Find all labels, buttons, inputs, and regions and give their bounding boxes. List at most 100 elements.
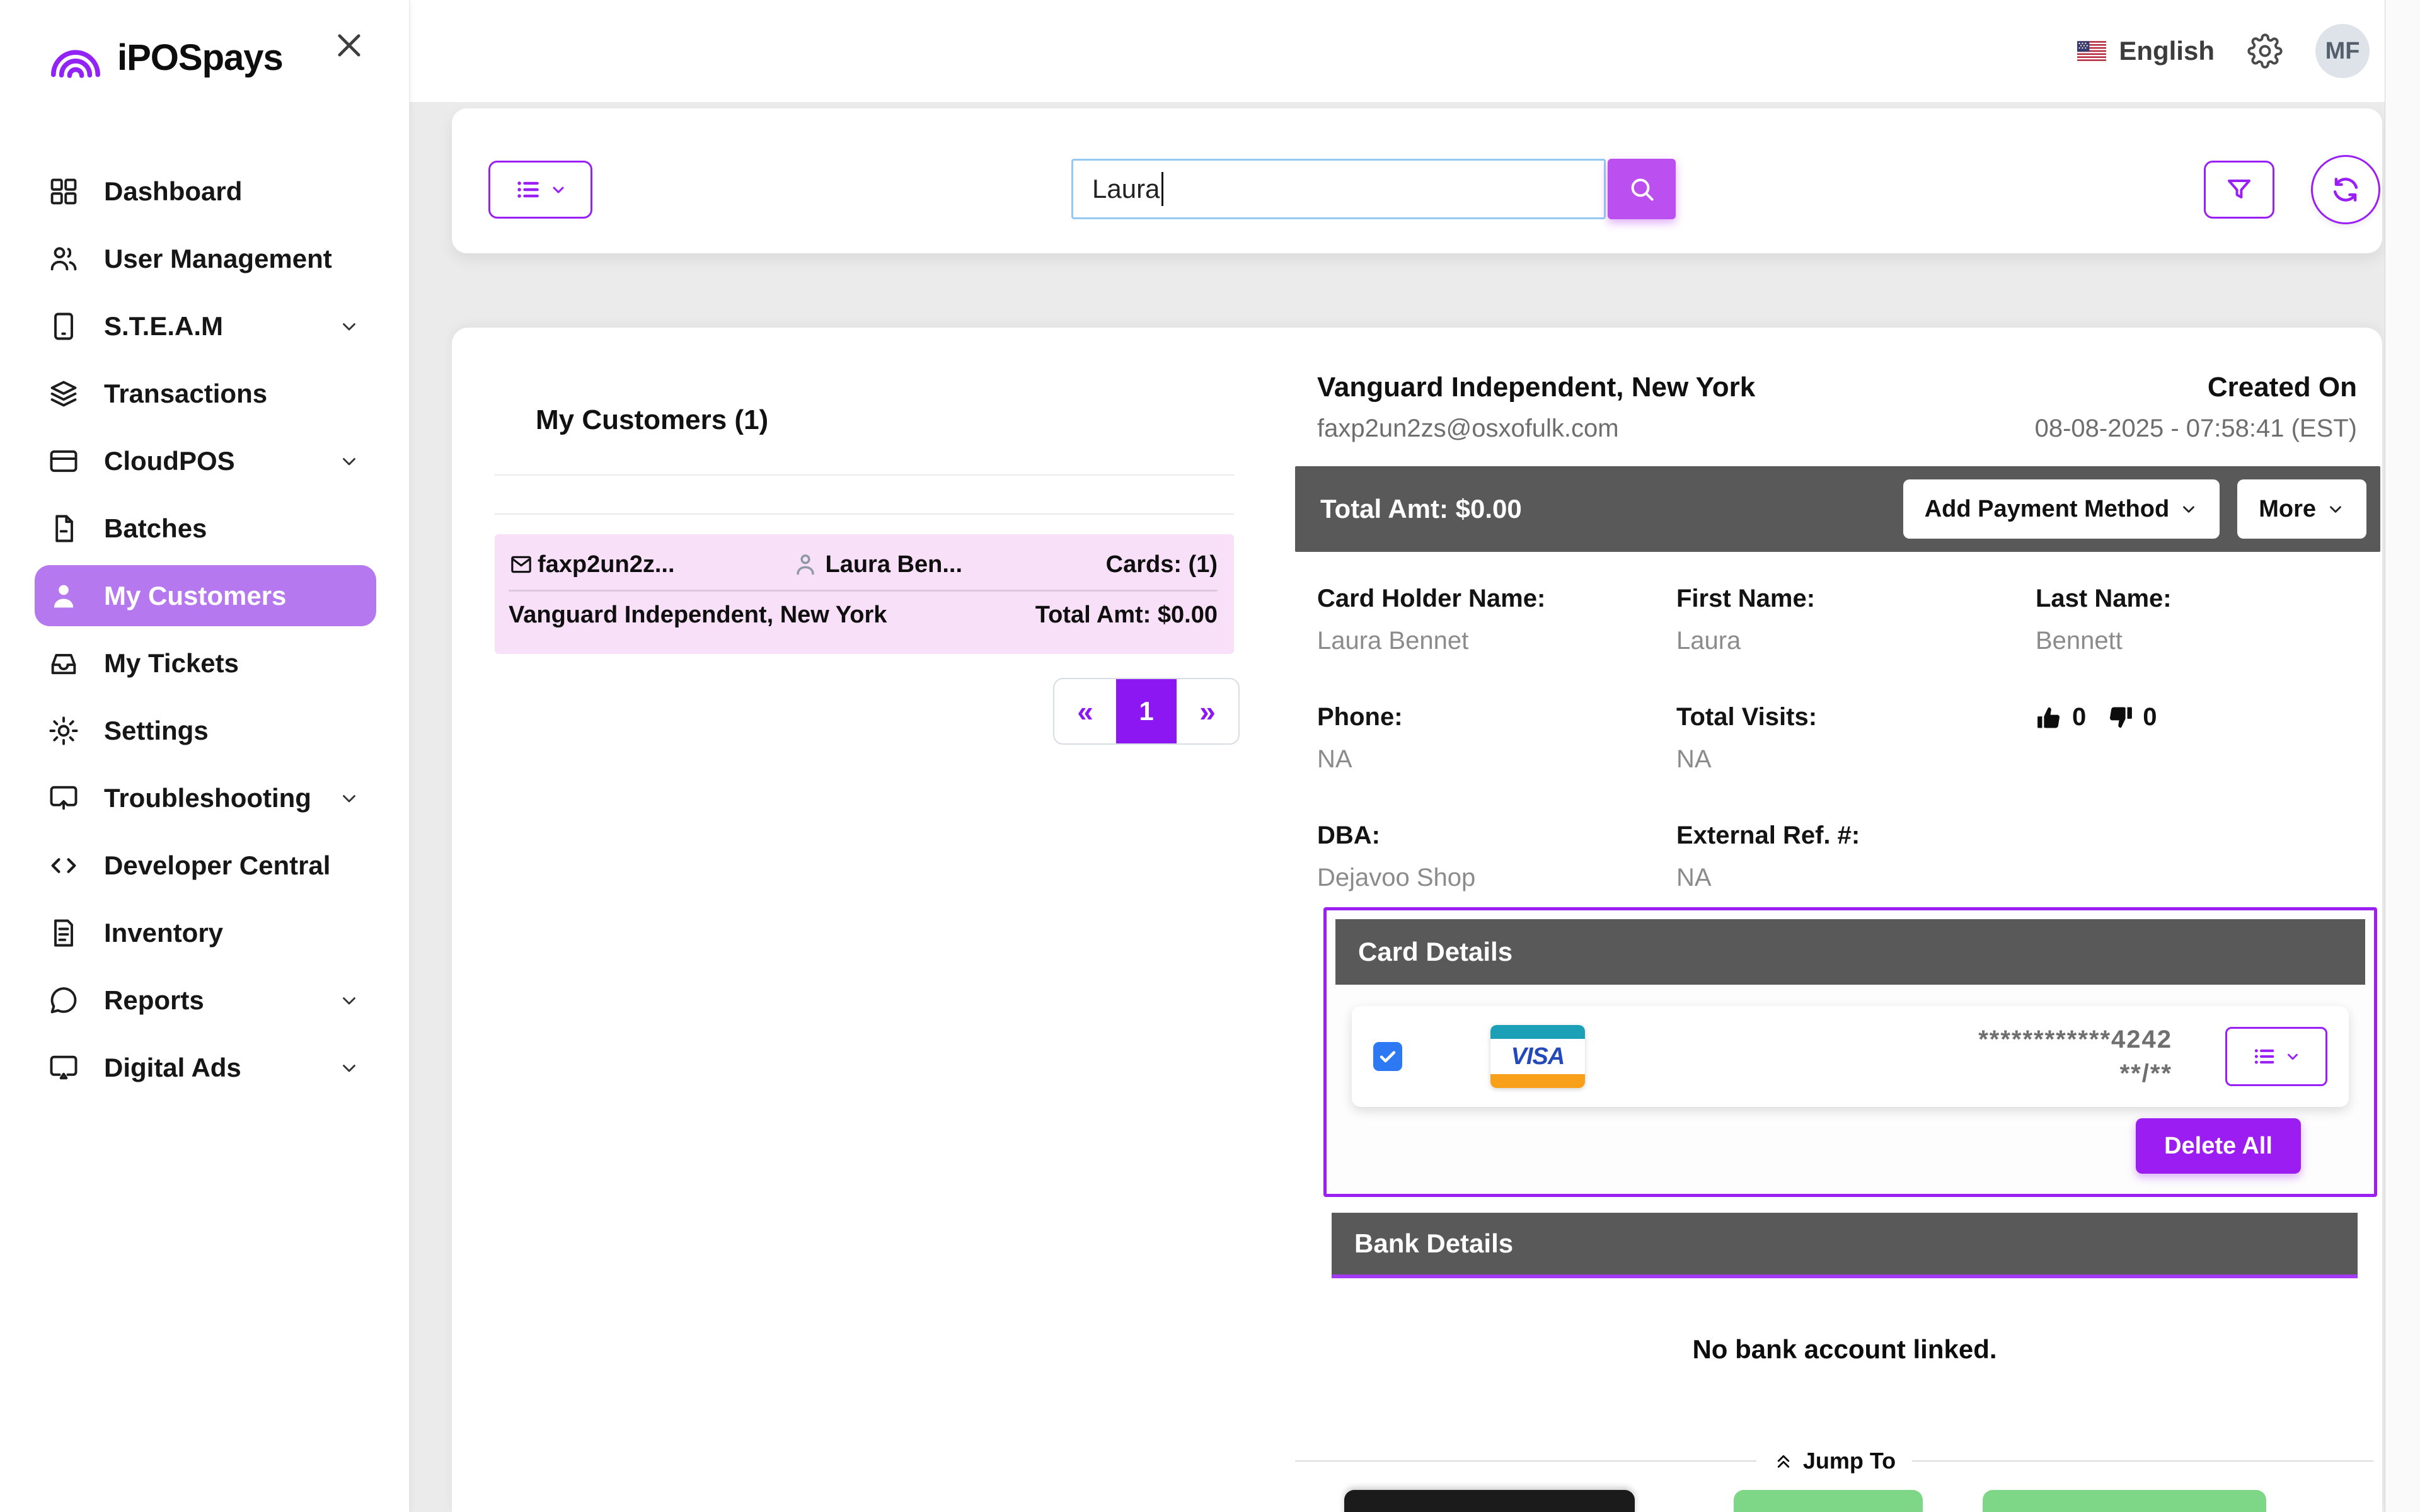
inbox-icon: [47, 647, 80, 680]
more-button[interactable]: More: [2237, 479, 2366, 539]
sidebar-item-batches[interactable]: Batches: [35, 495, 376, 562]
customer-list-title: My Customers (1): [536, 404, 768, 436]
field-dba: DBA: Dejavoo Shop: [1317, 822, 1676, 892]
text-caret: [1161, 172, 1163, 206]
customer-email-short: faxp2un2z...: [538, 551, 675, 578]
list-icon: [514, 176, 542, 203]
customer-business: Vanguard Independent, New York: [509, 602, 887, 629]
thumbs-down-icon: [2106, 704, 2134, 731]
chevron-down-icon: [2326, 500, 2345, 518]
tablet-icon: [47, 310, 80, 343]
sidebar-item-settings[interactable]: Settings: [35, 697, 376, 764]
sidebar-item-troubleshooting[interactable]: Troubleshooting: [35, 764, 376, 832]
chat-bubble-icon: [47, 984, 80, 1017]
sidebar-item-transactions[interactable]: Transactions: [35, 360, 376, 427]
pagination: « 1 »: [1053, 678, 1240, 745]
jump-action-green-button-1[interactable]: [1734, 1490, 1923, 1512]
divider: [1912, 1460, 2373, 1462]
avatar-initials: MF: [2325, 38, 2360, 65]
sidebar-item-label: Troubleshooting: [104, 783, 311, 813]
field-phone: Phone: NA: [1317, 703, 1676, 774]
chevron-down-icon: [338, 990, 360, 1011]
credit-card-icon: [47, 445, 80, 478]
sidebar-item-developer-central[interactable]: Developer Central: [35, 832, 376, 899]
gear-icon: [47, 714, 80, 747]
visa-logo: VISA: [1490, 1025, 1585, 1088]
document-icon: [47, 917, 80, 949]
sidebar-item-label: CloudPOS: [104, 446, 235, 476]
main-content-card: My Customers (1) faxp2un2z... Laura Ben.…: [452, 328, 2382, 1512]
divider: [495, 513, 1234, 515]
sidebar-item-label: Transactions: [104, 379, 267, 409]
code-icon: [47, 849, 80, 882]
pagination-page-1[interactable]: 1: [1116, 679, 1177, 743]
sidebar-item-dashboard[interactable]: Dashboard: [35, 158, 376, 225]
sidebar-item-my-customers[interactable]: My Customers: [35, 565, 376, 626]
search-type-dropdown[interactable]: [488, 161, 592, 219]
chevron-down-icon: [338, 316, 360, 337]
screen-play-icon: [47, 1051, 80, 1084]
magnifier-icon: [1627, 174, 1657, 204]
sidebar: iPOSpays Dashboard User Managemen: [0, 0, 410, 1512]
search-input[interactable]: Laura: [1071, 159, 1606, 219]
users-icon: [47, 243, 80, 275]
sidebar-item-inventory[interactable]: Inventory: [35, 899, 376, 966]
jump-action-dark-button[interactable]: [1344, 1490, 1635, 1512]
search-button[interactable]: [1608, 159, 1676, 219]
add-payment-method-button[interactable]: Add Payment Method: [1903, 479, 2220, 539]
thumbs-up-icon: [2036, 704, 2063, 731]
sidebar-item-my-tickets[interactable]: My Tickets: [35, 629, 376, 697]
sidebar-item-user-management[interactable]: User Management: [35, 225, 376, 292]
refresh-button[interactable]: [2311, 155, 2380, 224]
saved-card-row: VISA ************4242 **/**: [1352, 1006, 2349, 1107]
settings-gear-icon[interactable]: [2247, 33, 2283, 69]
sidebar-item-label: Reports: [104, 985, 204, 1016]
sidebar-item-steam[interactable]: S.T.E.A.M: [35, 292, 376, 360]
jump-action-green-button-2[interactable]: [1983, 1490, 2266, 1512]
field-last-name: Last Name: Bennett: [2036, 585, 2172, 655]
sidebar-menu: Dashboard User Management S.T.E.A.M: [0, 158, 409, 1101]
thumbs-up-count: 0: [2072, 703, 2086, 731]
delete-all-button[interactable]: Delete All: [2136, 1118, 2301, 1174]
pagination-next-button[interactable]: »: [1177, 679, 1238, 743]
sidebar-item-label: Digital Ads: [104, 1053, 241, 1083]
language-selector[interactable]: English: [2077, 36, 2215, 66]
pagination-prev-button[interactable]: «: [1054, 679, 1116, 743]
dashboard-icon: [47, 175, 80, 208]
sidebar-item-label: Inventory: [104, 918, 223, 948]
customer-cards-count: Cards: (1): [1106, 551, 1218, 578]
sidebar-item-label: Dashboard: [104, 176, 242, 207]
customer-list-item[interactable]: faxp2un2z... Laura Ben... Cards: (1) Van…: [495, 534, 1234, 654]
bank-details-header: Bank Details: [1332, 1213, 2358, 1278]
jump-to-label: Jump To: [1803, 1448, 1896, 1474]
customer-total-amount: Total Amt: $0.00: [1035, 602, 1218, 629]
page-scrollbar[interactable]: [2385, 0, 2420, 1512]
card-checkbox-checked[interactable]: [1373, 1042, 1402, 1071]
funnel-icon: [2224, 175, 2254, 205]
thumbs-down-count: 0: [2143, 703, 2157, 731]
user-avatar[interactable]: MF: [2315, 24, 2370, 78]
screen-share-icon: [47, 782, 80, 815]
divider: [495, 474, 1234, 476]
card-masked-number: ************4242: [1978, 1022, 2172, 1057]
card-details-header: Card Details: [1335, 919, 2365, 985]
field-total-visits: Total Visits: NA: [1676, 703, 2036, 774]
chevron-down-icon: [2179, 500, 2198, 518]
filter-button[interactable]: [2204, 161, 2274, 219]
jump-to-button[interactable]: Jump To: [1773, 1448, 1896, 1474]
field-first-name: First Name: Laura: [1676, 585, 2036, 655]
sidebar-item-cloudpos[interactable]: CloudPOS: [35, 427, 376, 495]
add-payment-method-label: Add Payment Method: [1925, 496, 2169, 523]
brand-name: iPOSpays: [117, 37, 283, 79]
chevron-down-icon: [338, 1057, 360, 1079]
envelope-icon: [509, 552, 534, 577]
sidebar-item-digital-ads[interactable]: Digital Ads: [35, 1034, 376, 1101]
sidebar-item-reports[interactable]: Reports: [35, 966, 376, 1034]
total-amount-text: Total Amt: $0.00: [1320, 494, 1522, 524]
sidebar-item-label: Settings: [104, 716, 209, 746]
list-icon: [2252, 1044, 2277, 1069]
field-card-holder-name: Card Holder Name: Laura Bennet: [1317, 585, 1676, 655]
card-details-section: Card Details VISA ************4242 **/**: [1323, 907, 2377, 1197]
close-icon[interactable]: [330, 26, 368, 64]
card-actions-dropdown[interactable]: [2225, 1027, 2327, 1086]
